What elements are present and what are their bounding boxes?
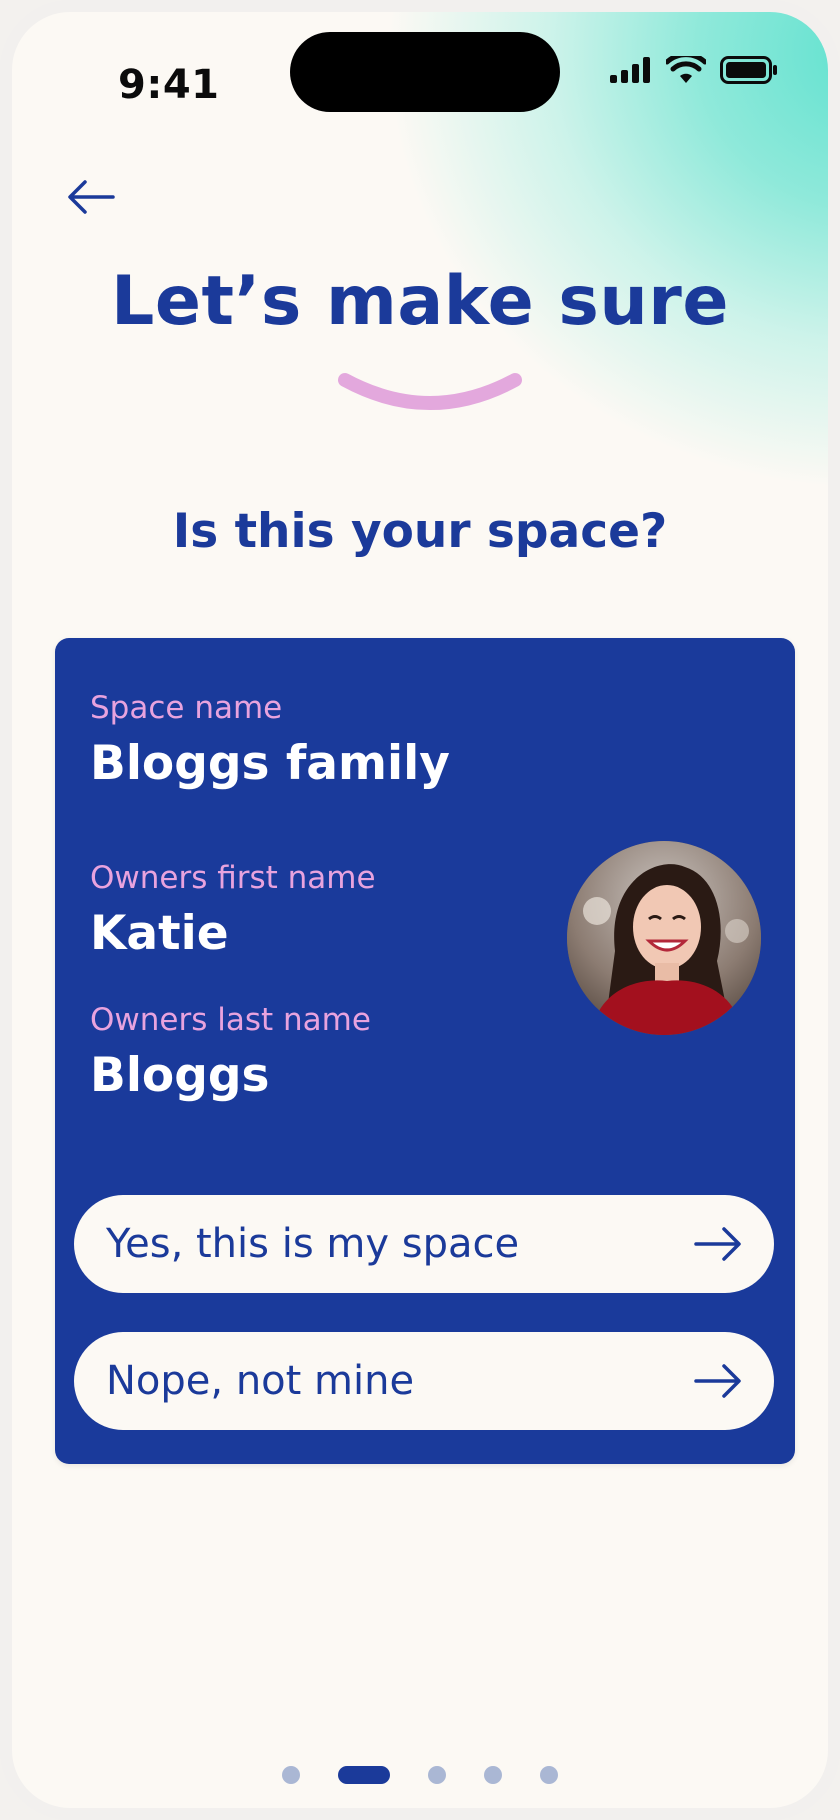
arrow-right-icon bbox=[694, 1227, 741, 1261]
status-icons bbox=[610, 56, 778, 84]
page-dot-5[interactable] bbox=[540, 1766, 558, 1784]
page-dot-1[interactable] bbox=[282, 1766, 300, 1784]
deny-space-label: Nope, not mine bbox=[106, 1358, 415, 1404]
arrow-right-icon bbox=[694, 1364, 741, 1398]
confirm-space-label: Yes, this is my space bbox=[106, 1221, 520, 1267]
dynamic-island bbox=[290, 32, 560, 112]
last-name-value: Bloggs bbox=[90, 1048, 270, 1103]
battery-icon bbox=[720, 56, 777, 84]
space-card: Space name Bloggs family Owners first na… bbox=[55, 638, 795, 1464]
wifi-icon bbox=[666, 56, 706, 83]
last-name-label: Owners last name bbox=[90, 1002, 371, 1038]
avatar bbox=[567, 841, 761, 1035]
space-name-value: Bloggs family bbox=[90, 736, 450, 791]
page-title: Let’s make sure bbox=[111, 262, 729, 341]
page-dot-3[interactable] bbox=[428, 1766, 446, 1784]
page-indicator bbox=[12, 1766, 828, 1784]
page-dot-2-active[interactable] bbox=[338, 1766, 390, 1784]
confirm-space-button[interactable]: Yes, this is my space bbox=[74, 1195, 774, 1293]
arrow-left-icon bbox=[68, 180, 115, 214]
smile-decoration bbox=[338, 373, 522, 410]
first-name-label: Owners first name bbox=[90, 860, 376, 896]
deny-space-button[interactable]: Nope, not mine bbox=[74, 1332, 774, 1430]
page-dot-4[interactable] bbox=[484, 1766, 502, 1784]
status-time: 9:41 bbox=[118, 62, 220, 108]
back-button[interactable] bbox=[60, 172, 122, 222]
space-name-label: Space name bbox=[90, 690, 283, 726]
cellular-signal-icon bbox=[610, 57, 650, 83]
page-question: Is this your space? bbox=[172, 504, 668, 559]
phone-screen: 9:41 Let’s make sure Is this your space? bbox=[0, 0, 840, 1820]
first-name-value: Katie bbox=[90, 906, 229, 961]
